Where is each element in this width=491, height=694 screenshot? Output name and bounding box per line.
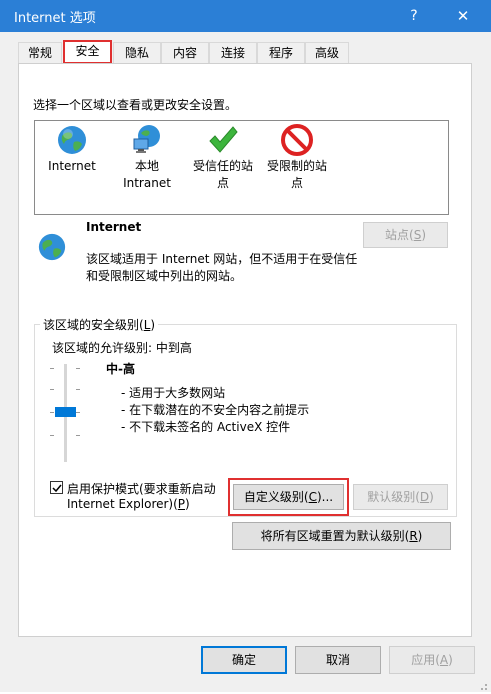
- check-icon: [209, 126, 238, 153]
- apply-end: ): [448, 653, 453, 667]
- zone-trusted-sites-label-1: 受信任的站: [192, 159, 253, 173]
- protected-mode-end: ): [185, 497, 190, 511]
- security-level-title-label: 该区域的安全级别(: [43, 318, 144, 332]
- help-button[interactable]: ?: [391, 0, 437, 32]
- checkmark-icon: [52, 484, 62, 493]
- default-level-end: ): [429, 490, 434, 504]
- slider-tick: [50, 412, 54, 413]
- slider-tick: [50, 368, 54, 369]
- custom-level-key: C: [308, 490, 317, 504]
- protected-mode-checkbox[interactable]: [50, 481, 63, 494]
- zone-local-intranet[interactable]: 本地 Intranet: [118, 124, 176, 194]
- slider-tick: [76, 435, 80, 436]
- custom-level-button[interactable]: 自定义级别(C)...: [233, 484, 344, 510]
- cancel-button[interactable]: 取消: [295, 646, 381, 674]
- sites-button-end: ): [421, 228, 426, 242]
- zone-internet-label: Internet: [48, 159, 96, 173]
- local-intranet-icon: [133, 125, 160, 153]
- protected-mode-label-text: Internet Explorer)(: [67, 497, 178, 511]
- tab-connections[interactable]: 连接: [209, 42, 257, 63]
- apply-button[interactable]: 应用(A): [389, 646, 475, 674]
- security-level-slider[interactable]: [50, 362, 80, 462]
- apply-label: 应用(: [411, 653, 440, 667]
- slider-tick: [76, 368, 80, 369]
- level-bullet: - 在下载潜在的不安全内容之前提示: [121, 403, 310, 417]
- zone-trusted-sites-label-2: 点: [216, 176, 229, 190]
- tab-content[interactable]: 内容: [161, 42, 209, 63]
- ok-button[interactable]: 确定: [201, 646, 287, 674]
- tab-programs[interactable]: 程序: [257, 42, 305, 63]
- default-level-key: D: [419, 490, 430, 504]
- zone-internet[interactable]: Internet: [43, 124, 101, 190]
- zone-trusted-sites[interactable]: 受信任的站 点: [188, 124, 258, 194]
- selected-zone-description-2: 和受限制区域中列出的网站。: [86, 269, 243, 283]
- default-level-label: 默认级别(: [367, 490, 420, 504]
- slider-tick: [76, 389, 80, 390]
- globe-icon: [38, 233, 66, 261]
- tab-general[interactable]: 常规: [18, 42, 62, 63]
- custom-level-label: 自定义级别(: [243, 490, 309, 504]
- reset-all-key: R: [409, 529, 418, 543]
- default-level-button[interactable]: 默认级别(D): [353, 484, 448, 510]
- sites-button-label: 站点(: [385, 228, 414, 242]
- security-level-group-title: 该区域的安全级别(L): [40, 316, 159, 333]
- reset-all-label: 将所有区域重置为默认级别(: [260, 529, 410, 543]
- custom-level-end: )...: [316, 490, 334, 504]
- apply-key: A: [439, 653, 449, 667]
- level-bullet: - 不下载未签名的 ActiveX 控件: [121, 420, 291, 434]
- protected-mode-label-2: Internet Explorer)(P): [67, 497, 190, 511]
- security-level-title-end: ): [150, 318, 156, 332]
- security-level-name: 中-高: [106, 362, 135, 376]
- resize-grip-icon: [481, 684, 487, 690]
- resize-grip[interactable]: [478, 680, 488, 690]
- slider-thumb[interactable]: [55, 407, 76, 417]
- selected-zone-name: Internet: [86, 220, 142, 234]
- level-bullet: - 适用于大多数网站: [121, 386, 226, 400]
- allowed-levels-text: 该区域的允许级别: 中到高: [52, 341, 192, 355]
- protected-mode-label-1: 启用保护模式(要求重新启动: [67, 482, 216, 496]
- sites-button[interactable]: 站点(S): [363, 222, 448, 248]
- tab-advanced[interactable]: 高级: [305, 42, 349, 63]
- zone-restricted-sites-label-1: 受限制的站: [266, 159, 327, 173]
- zone-local-intranet-label-1: 本地: [134, 159, 159, 173]
- close-icon[interactable]: ✕: [440, 0, 486, 32]
- slider-tick: [50, 435, 54, 436]
- zone-restricted-sites-label-2: 点: [290, 176, 303, 190]
- slider-tick: [50, 389, 54, 390]
- zone-restricted-sites[interactable]: 受限制的站 点: [262, 124, 332, 194]
- zone-instruction: 选择一个区域以查看或更改安全设置。: [33, 98, 238, 112]
- globe-icon: [58, 126, 86, 154]
- restricted-icon: [281, 124, 313, 156]
- window-title: Internet 选项: [14, 11, 96, 26]
- title-bar: Internet 选项 ? ✕: [0, 0, 491, 32]
- protected-mode-key: P: [177, 497, 186, 511]
- slider-tick: [76, 412, 80, 413]
- tab-security-highlight: [63, 40, 112, 64]
- tab-privacy[interactable]: 隐私: [113, 42, 161, 63]
- reset-all-end: ): [417, 529, 423, 543]
- zone-local-intranet-label-2: Intranet: [123, 176, 171, 190]
- selected-zone-description-1: 该区域适用于 Internet 网站，但不适用于在受信任: [86, 252, 358, 266]
- reset-all-zones-button[interactable]: 将所有区域重置为默认级别(R): [232, 522, 451, 550]
